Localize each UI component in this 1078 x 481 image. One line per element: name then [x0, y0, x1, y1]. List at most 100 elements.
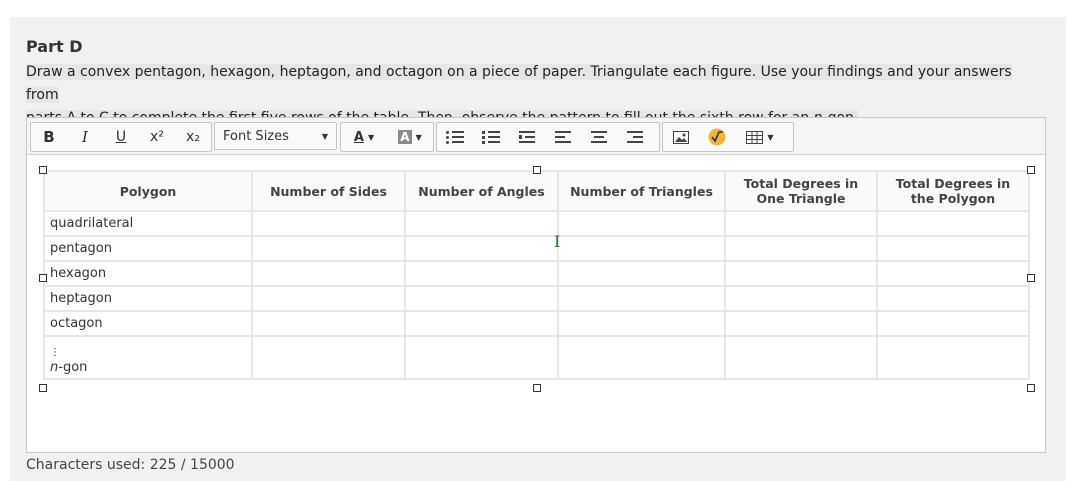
triangles-cell[interactable]: [557, 260, 726, 287]
triangles-cell[interactable]: [557, 310, 726, 337]
table-icon: [746, 130, 764, 144]
format-group: B I U x² x₂: [30, 122, 212, 152]
polygon-degrees-cell[interactable]: [876, 285, 1030, 312]
insert-math-button[interactable]: [699, 123, 735, 151]
triangle-degrees-cell[interactable]: [724, 210, 878, 237]
polygon-cell[interactable]: hexagon: [43, 260, 253, 287]
polygon-degrees-cell[interactable]: [876, 260, 1030, 287]
chevron-down-icon: ▼: [367, 132, 375, 142]
angles-cell[interactable]: [404, 235, 559, 262]
header-number-of-angles: Number of Angles: [404, 170, 559, 212]
superscript-button[interactable]: x²: [139, 123, 175, 151]
chevron-down-icon: ▼: [321, 131, 328, 141]
numbered-list-button[interactable]: [473, 123, 509, 151]
triangles-cell[interactable]: [557, 235, 726, 262]
image-icon: [673, 130, 689, 144]
polygon-cell[interactable]: pentagon: [43, 235, 253, 262]
triangles-cell[interactable]: [557, 285, 726, 312]
angles-cell[interactable]: [404, 310, 559, 337]
triangles-cell[interactable]: [557, 335, 726, 380]
polygon-degrees-cell[interactable]: [876, 235, 1030, 262]
polygon-degrees-cell[interactable]: [876, 335, 1030, 380]
triangle-degrees-cell[interactable]: [724, 260, 878, 287]
question-panel: Part D Draw a convex pentagon, hexagon, …: [10, 17, 1066, 481]
text-color-button[interactable]: A ▼: [341, 123, 387, 151]
triangle-degrees-cell[interactable]: [724, 285, 878, 312]
angles-cell[interactable]: [404, 335, 559, 380]
ngon-n: n: [50, 360, 59, 375]
angles-cell[interactable]: [404, 285, 559, 312]
part-title: Part D: [26, 37, 83, 56]
text-color-icon: A: [353, 129, 364, 145]
resize-handle[interactable]: [1027, 166, 1035, 174]
square-root-icon: [708, 128, 726, 146]
data-table[interactable]: Polygon Number of Sides Number of Angles…: [43, 170, 1030, 380]
angles-cell[interactable]: [404, 210, 559, 237]
character-counter: Characters used: 225 / 15000: [26, 457, 235, 473]
font-sizes-label: Font Sizes: [223, 128, 289, 144]
sides-cell[interactable]: [251, 310, 406, 337]
resize-handle[interactable]: [39, 166, 47, 174]
indent-button[interactable]: [509, 123, 545, 151]
resize-handle[interactable]: [39, 384, 47, 392]
underline-button[interactable]: U: [103, 123, 139, 151]
resize-handle[interactable]: [1027, 274, 1035, 282]
align-right-button[interactable]: [617, 123, 653, 151]
angles-cell[interactable]: [404, 260, 559, 287]
insert-image-button[interactable]: [663, 123, 699, 151]
polygon-cell-ngon[interactable]: ⋮ n-gon: [43, 335, 253, 380]
align-right-icon: [627, 131, 643, 143]
table-row: quadrilateral: [43, 210, 1030, 237]
paragraph-group: [436, 122, 660, 152]
polygon-cell[interactable]: octagon: [43, 310, 253, 337]
sides-cell[interactable]: [251, 335, 406, 380]
align-center-icon: [591, 131, 607, 143]
align-center-button[interactable]: [581, 123, 617, 151]
header-number-of-sides: Number of Sides: [251, 170, 406, 212]
insert-table-button[interactable]: ▼: [735, 123, 785, 151]
font-sizes-dropdown[interactable]: Font Sizes ▼: [214, 122, 337, 150]
triangle-degrees-cell[interactable]: [724, 310, 878, 337]
header-degrees-polygon: Total Degrees in the Polygon: [876, 170, 1030, 212]
polygon-degrees-cell[interactable]: [876, 310, 1030, 337]
background-color-icon: A: [398, 130, 412, 144]
numbered-list-icon: [482, 130, 500, 144]
subscript-button[interactable]: x₂: [175, 123, 211, 151]
bold-button[interactable]: B: [31, 123, 67, 151]
vertical-dots: ⋮: [50, 347, 60, 358]
background-color-button[interactable]: A ▼: [387, 123, 433, 151]
header-degrees-one-triangle: Total Degrees in One Triangle: [724, 170, 878, 212]
insert-group: ▼: [662, 122, 794, 152]
header-polygon: Polygon: [43, 170, 253, 212]
align-left-icon: [555, 131, 571, 143]
triangle-degrees-cell[interactable]: [724, 235, 878, 262]
sides-cell[interactable]: [251, 285, 406, 312]
table-header-row: Polygon Number of Sides Number of Angles…: [43, 170, 1030, 212]
text-cursor-icon: I: [554, 232, 561, 251]
triangles-cell[interactable]: [557, 210, 726, 237]
table-row: ⋮ n-gon: [43, 335, 1030, 380]
polygon-cell[interactable]: heptagon: [43, 285, 253, 312]
prompt-line-1: Draw a convex pentagon, hexagon, heptago…: [26, 64, 1012, 103]
rich-text-editor[interactable]: B I U x² x₂ Font Sizes ▼ A ▼ A ▼ ▼ Polyg…: [26, 117, 1046, 453]
table-row: octagon: [43, 310, 1030, 337]
triangle-degrees-cell[interactable]: [724, 335, 878, 380]
polygon-cell[interactable]: quadrilateral: [43, 210, 253, 237]
sides-cell[interactable]: [251, 260, 406, 287]
editor-content[interactable]: Polygon Number of Sides Number of Angles…: [27, 155, 1045, 451]
bullet-list-button[interactable]: [437, 123, 473, 151]
ngon-suffix: -gon: [58, 360, 88, 375]
align-left-button[interactable]: [545, 123, 581, 151]
polygon-degrees-cell[interactable]: [876, 210, 1030, 237]
resize-handle[interactable]: [533, 384, 541, 392]
table-row: pentagon: [43, 235, 1030, 262]
resize-handle[interactable]: [1027, 384, 1035, 392]
sides-cell[interactable]: [251, 210, 406, 237]
header-number-of-triangles: Number of Triangles: [557, 170, 726, 212]
chevron-down-icon: ▼: [767, 132, 774, 142]
indent-icon: [519, 131, 535, 143]
resize-handle[interactable]: [39, 274, 47, 282]
sides-cell[interactable]: [251, 235, 406, 262]
resize-handle[interactable]: [533, 166, 541, 174]
italic-button[interactable]: I: [67, 123, 103, 151]
